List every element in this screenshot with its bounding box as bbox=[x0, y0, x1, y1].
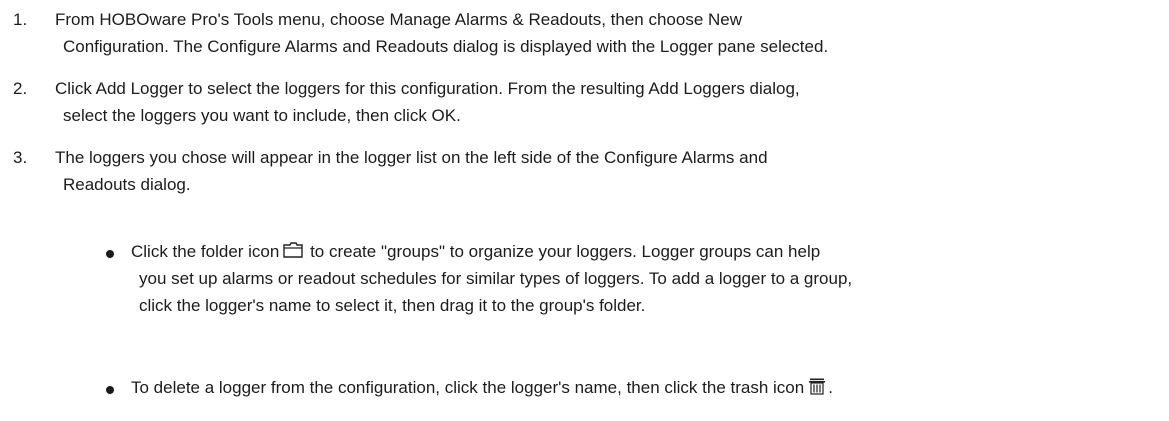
bullet-dot bbox=[106, 250, 114, 258]
step-text-line: Configuration. The Configure Alarms and … bbox=[63, 37, 829, 56]
bullet-dot bbox=[106, 386, 114, 394]
bullet-text: . bbox=[828, 378, 833, 397]
step-number: 2. bbox=[13, 79, 28, 98]
bullet-text: Click the folder icon bbox=[131, 242, 280, 261]
step-text-line: select the loggers you want to include, … bbox=[63, 106, 461, 125]
bullet-text-line: you set up alarms or readout schedules f… bbox=[139, 269, 853, 288]
step-number: 1. bbox=[13, 10, 28, 29]
bullet-text: to create "groups" to organize your logg… bbox=[310, 242, 821, 261]
step-text-line: The loggers you chose will appear in the… bbox=[55, 148, 768, 167]
trash-icon bbox=[808, 377, 826, 395]
folder-icon bbox=[283, 241, 304, 259]
bullet-text-line: click the logger's name to select it, th… bbox=[139, 296, 646, 315]
instructions-document: 1. From HOBOware Pro's Tools menu, choos… bbox=[0, 0, 1169, 421]
step-text-line: Click Add Logger to select the loggers f… bbox=[55, 79, 800, 98]
step-number: 3. bbox=[13, 148, 28, 167]
step-text-line: Readouts dialog. bbox=[63, 175, 191, 194]
step-text-line: From HOBOware Pro's Tools menu, choose M… bbox=[55, 10, 743, 29]
bullet-text: To delete a logger from the configuratio… bbox=[131, 378, 805, 397]
